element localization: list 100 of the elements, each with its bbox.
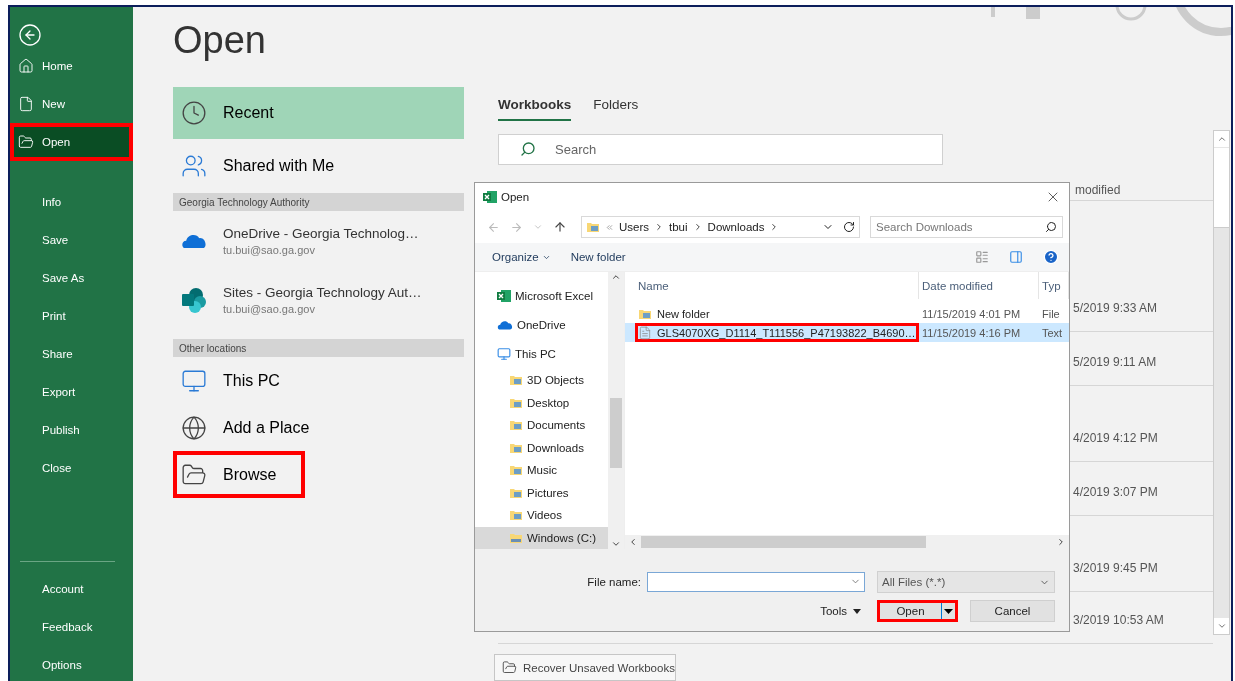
place-item[interactable]: Sites - Georgia Technology Aut… tu.bui@sao.ga.gov	[173, 270, 464, 330]
place-item[interactable]: This PC	[173, 357, 464, 404]
place-item[interactable]: Browse	[173, 451, 305, 498]
cloud-icon	[497, 320, 513, 330]
column-header[interactable]: Name	[635, 272, 919, 299]
folder-icon	[18, 134, 34, 150]
sidebar-item[interactable]: Print	[10, 297, 133, 335]
breadcrumb-item[interactable]: Users	[619, 221, 650, 233]
scroll-left-icon	[628, 537, 638, 547]
search-icon	[1045, 221, 1057, 233]
open-button[interactable]: Open	[877, 600, 958, 622]
modified-date: 3/2019 10:53 AM	[1073, 613, 1164, 628]
nav-item[interactable]: Music	[475, 459, 608, 482]
file-name: New folder	[635, 304, 919, 323]
scrollbar[interactable]	[1213, 130, 1230, 635]
section-header: Other locations	[173, 339, 464, 357]
sidebar-item[interactable]: Open	[10, 123, 133, 161]
help-icon	[1043, 249, 1059, 265]
file-name-field[interactable]	[647, 572, 865, 592]
organize-button[interactable]: Organize	[492, 251, 551, 263]
place-name: Sites - Georgia Technology Aut…	[223, 285, 422, 300]
sidebar-item[interactable]: Home	[10, 47, 133, 85]
cancel-button[interactable]: Cancel	[970, 600, 1055, 622]
file-row[interactable]: GLS4070XG_D1114_T111556_P47193822_B4690… 11/15/2019 4:16 PM Text	[625, 323, 1069, 342]
modified-date: 3/2019 9:45 PM	[1073, 561, 1158, 576]
column-header[interactable]: Date modified	[919, 272, 1039, 299]
file-row[interactable]: New folder 11/15/2019 4:01 PM File	[625, 304, 1069, 323]
nav-item[interactable]: 3D Objects	[475, 369, 608, 392]
folder-icon	[509, 463, 523, 478]
scrollbar-thumb[interactable]	[610, 398, 622, 468]
sidebar-item[interactable]: Save	[10, 221, 133, 259]
account-email: tu.bui@sao.ga.gov	[223, 303, 316, 315]
section-header: Georgia Technology Authority	[173, 193, 464, 211]
preview-pane-button[interactable]	[1009, 250, 1023, 264]
spreadsheet-icon	[483, 190, 497, 204]
nav-item[interactable]: Windows (C:)	[475, 526, 608, 550]
modified-date: 4/2019 3:07 PM	[1073, 485, 1158, 500]
up-button[interactable]	[553, 220, 567, 234]
column-header[interactable]: Typ	[1039, 272, 1069, 299]
file-type: Text	[1041, 326, 1064, 339]
back-button[interactable]	[18, 23, 42, 47]
help-button[interactable]	[1043, 249, 1059, 265]
nav-item[interactable]: Pictures	[475, 481, 608, 505]
place-item[interactable]: Shared with Me	[173, 139, 464, 192]
search-field[interactable]: Search Downloads	[870, 216, 1063, 238]
folder-icon	[509, 418, 523, 433]
history-button[interactable]	[533, 222, 543, 232]
globe-icon	[181, 414, 207, 441]
page-title: Open	[173, 19, 267, 63]
sidebar-item[interactable]: Feedback	[10, 608, 133, 646]
account-email: tu.bui@sao.ga.gov	[223, 243, 316, 256]
place-item[interactable]: Recent	[173, 87, 464, 139]
tab[interactable]: Folders	[593, 90, 639, 121]
sidebar-item[interactable]: Info	[10, 183, 133, 221]
nav-item[interactable]: Videos	[475, 504, 608, 527]
caret-icon	[944, 608, 953, 614]
sidebar-item[interactable]: Close	[10, 449, 133, 487]
chevron-down-icon	[533, 222, 543, 232]
forward-button[interactable]	[510, 220, 523, 234]
sidebar-item[interactable]: Save As	[10, 259, 133, 297]
place-item[interactable]: OneDrive - Georgia Technolog… tu.bui@sao.ga.gov	[173, 211, 464, 270]
scrollbar[interactable]	[608, 272, 624, 549]
tools-button[interactable]: Tools	[820, 605, 861, 617]
new-folder-button[interactable]: New folder	[570, 251, 626, 263]
sidebar-item[interactable]: Export	[10, 373, 133, 411]
sidebar-item[interactable]: New	[10, 85, 133, 123]
sidebar-item[interactable]: Share	[10, 335, 133, 373]
home-icon	[18, 58, 34, 74]
back-icon	[487, 220, 500, 234]
scrollbar[interactable]	[625, 535, 1069, 549]
spreadsheet-icon	[497, 288, 511, 303]
forward-icon	[510, 220, 523, 234]
breadcrumb-item[interactable]: tbui	[669, 221, 688, 233]
recover-button[interactable]: Recover Unsaved Workbooks	[494, 654, 676, 681]
nav-item[interactable]: Documents	[475, 414, 608, 437]
scroll-right-icon	[1056, 537, 1066, 547]
nav-item[interactable]: OneDrive	[475, 310, 608, 340]
breadcrumb-item[interactable]: Downloads	[707, 221, 765, 233]
nav-item[interactable]: Desktop	[475, 391, 608, 415]
tab[interactable]: Workbooks	[498, 90, 572, 121]
modified-date: 5/2019 9:33 AM	[1073, 301, 1158, 316]
view-list-icon	[975, 250, 989, 264]
search-icon	[520, 141, 536, 157]
sidebar-item[interactable]: Options	[10, 646, 133, 681]
nav-item[interactable]: Microsoft Excel	[475, 281, 608, 311]
folder-icon	[586, 220, 600, 234]
sidebar-item[interactable]: Account	[10, 570, 133, 608]
place-item[interactable]: Add a Place	[173, 404, 464, 451]
file-date: 11/15/2019 4:01 PM	[921, 307, 1022, 320]
field-label: File name:	[587, 576, 641, 588]
scrollbar-thumb[interactable]	[1214, 148, 1229, 228]
file-type-dropdown[interactable]: All Files (*.*)	[877, 571, 1055, 593]
sidebar-item[interactable]: Publish	[10, 411, 133, 449]
folder-icon	[502, 660, 517, 676]
nav-item[interactable]: This PC	[475, 339, 608, 370]
address-bar[interactable]: Users tbui Downloads	[581, 216, 860, 238]
view-button[interactable]	[975, 250, 989, 264]
scrollbar-thumb[interactable]	[641, 536, 926, 548]
search-field[interactable]: Search	[498, 134, 943, 165]
nav-item[interactable]: Downloads	[475, 436, 608, 460]
